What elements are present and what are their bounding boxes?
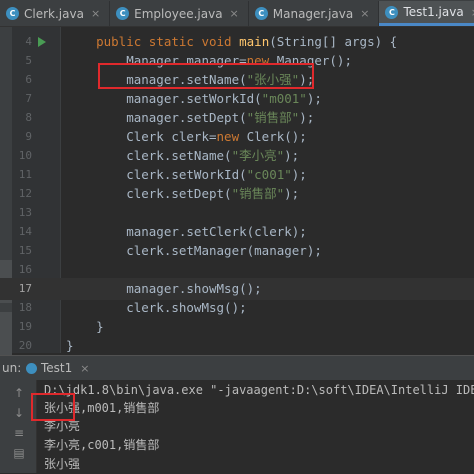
close-icon[interactable]: × — [91, 7, 100, 20]
code-text: } — [66, 338, 74, 353]
tab-test1-java[interactable]: C Test1.java × — [379, 1, 474, 26]
console-line: 李小亮 — [44, 419, 81, 433]
run-tab-test1[interactable]: Test1 × — [26, 361, 89, 375]
highlight-box-output — [31, 393, 75, 421]
tab-label: Employee.java — [134, 6, 223, 21]
tab-label: Test1.java — [403, 5, 464, 19]
run-tool-window-header: un: Test1 × — [0, 355, 474, 380]
class-icon — [26, 362, 37, 374]
print-icon[interactable]: ▤ — [12, 446, 26, 460]
close-icon[interactable]: × — [360, 7, 369, 20]
highlight-box-setname — [98, 63, 314, 89]
class-icon: C — [116, 7, 130, 20]
class-icon: C — [6, 7, 19, 20]
run-tab-label: Test1 — [41, 361, 73, 375]
arrow-up-icon[interactable]: ↑ — [12, 386, 26, 400]
run-gutter-icon[interactable] — [38, 37, 46, 47]
tab-label: Clerk.java — [24, 6, 84, 21]
class-icon: C — [385, 5, 399, 19]
class-icon: C — [254, 7, 268, 20]
console-line: 李小亮,c001,销售部 — [44, 438, 160, 452]
run-label: un: — [2, 361, 22, 375]
line-number: 20 — [18, 339, 32, 352]
console-line: 张小强 — [44, 457, 81, 471]
editor-tab-bar: C Clerk.java × C Employee.java × C Manag… — [0, 0, 474, 27]
code-line[interactable]: 20} — [0, 335, 474, 357]
tab-clerk-java[interactable]: C Clerk.java × — [0, 1, 111, 26]
arrow-down-icon[interactable]: ↓ — [12, 406, 26, 420]
tab-manager-java[interactable]: C Manager.java × — [249, 1, 380, 26]
close-icon[interactable]: × — [230, 7, 239, 20]
tab-label: Manager.java — [272, 6, 354, 21]
console-line: D:\jdk1.8\bin\java.exe "-javaagent:D:\so… — [44, 383, 474, 397]
close-icon[interactable]: × — [80, 362, 89, 375]
tab-employee-java[interactable]: C Employee.java × — [110, 1, 249, 26]
console-line: 张小强,m001,销售部 — [44, 401, 160, 415]
wrap-icon[interactable]: ≡ — [12, 426, 26, 440]
